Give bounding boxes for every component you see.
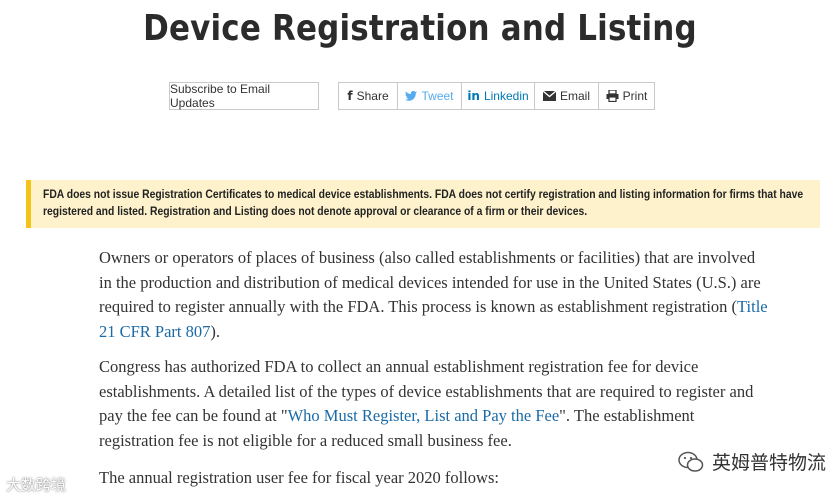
email-label: Email — [559, 89, 590, 103]
alert-text: FDA does not issue Registration Certific… — [43, 189, 804, 218]
twitter-icon — [405, 91, 418, 101]
wechat-icon — [678, 451, 704, 472]
p1-end: ). — [210, 321, 221, 341]
tweet-label: Tweet — [421, 89, 454, 103]
subscribe-label: Subscribe to Email Updates — [170, 82, 271, 110]
facebook-icon: f — [347, 89, 353, 103]
watermark-left-text: 大数跨境 — [6, 476, 67, 494]
p1-text: Owners or operators of places of busines… — [99, 248, 761, 316]
print-label: Print — [622, 89, 648, 103]
print-button[interactable]: Print — [599, 83, 654, 109]
watermark-right-text: 英姆普特物流 — [711, 452, 826, 474]
envelope-icon — [542, 91, 556, 101]
paragraph-establishment-registration: Owners or operators of places of busines… — [99, 246, 769, 344]
share-toolbar: f Share Tweet in Linkedin Email Print — [338, 82, 655, 110]
watermark-right: 英姆普特物流 — [673, 446, 830, 477]
disclaimer-alert: FDA does not issue Registration Certific… — [26, 180, 820, 228]
linkedin-label: Linkedin — [483, 89, 529, 103]
subscribe-email-button[interactable]: Subscribe to Email Updates — [169, 82, 319, 110]
watermark-left: 大数跨境 — [6, 474, 66, 495]
printer-icon — [606, 90, 619, 102]
tweet-button[interactable]: Tweet — [398, 83, 462, 109]
who-must-register-link[interactable]: Who Must Register, List and Pay the Fee — [288, 406, 560, 425]
paragraph-registration-fee: Congress has authorized FDA to collect a… — [99, 355, 769, 453]
linkedin-icon: in — [467, 89, 480, 103]
email-button[interactable]: Email — [535, 83, 599, 109]
page-title: Device Registration and Listing — [143, 8, 697, 49]
share-button[interactable]: f Share — [339, 83, 398, 109]
share-label: Share — [356, 89, 389, 103]
paragraph-fee-intro: The annual registration user fee for fis… — [99, 468, 499, 487]
linkedin-button[interactable]: in Linkedin — [462, 83, 535, 109]
